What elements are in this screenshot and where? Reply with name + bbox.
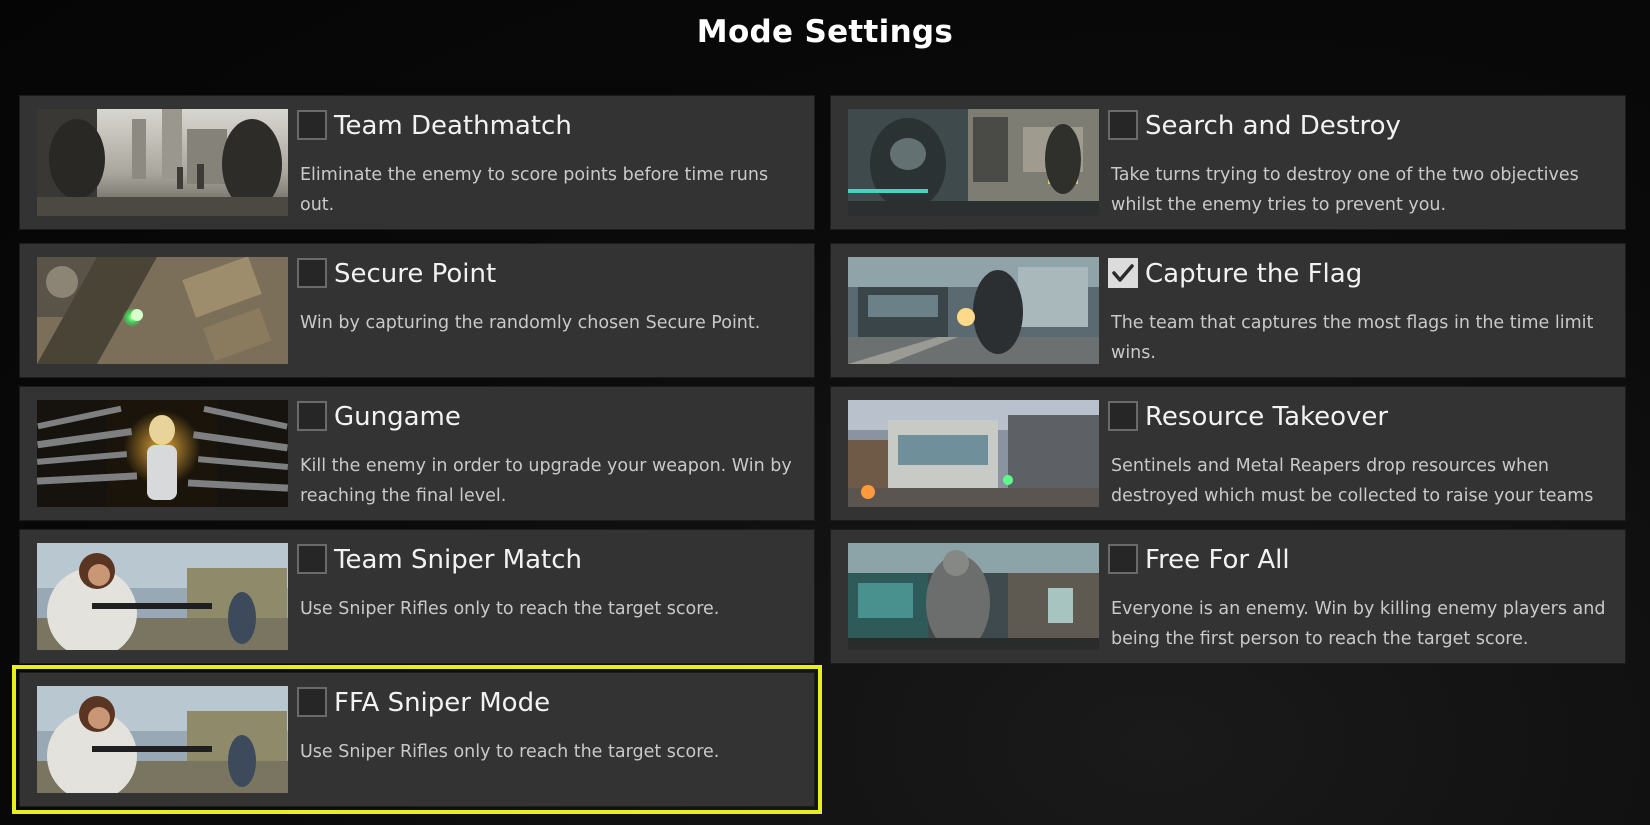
sniper-woman-thumbnail: [37, 543, 288, 650]
mode-checkbox[interactable]: [297, 110, 327, 140]
robot-soldier-thumbnail: [848, 109, 1099, 216]
mode-description: Win by capturing the randomly chosen Sec…: [300, 313, 761, 333]
mode-name: Resource Takeover: [1145, 402, 1389, 432]
weapons-arsenal-thumbnail: [37, 400, 288, 507]
mode-card-team-deathmatch[interactable]: Team Deathmatch Eliminate the enemy to s…: [19, 95, 815, 230]
mode-description: Take turns trying to destroy one of the …: [1111, 165, 1579, 215]
mode-name: Capture the Flag: [1145, 259, 1363, 289]
mode-checkbox[interactable]: [1108, 544, 1138, 574]
aerial-point-thumbnail: [37, 257, 288, 364]
mode-card-free-for-all[interactable]: Free For All Everyone is an enemy. Win b…: [830, 529, 1626, 664]
mode-card-team-sniper-match[interactable]: Team Sniper Match Use Sniper Rifles only…: [19, 529, 815, 664]
mode-checkbox[interactable]: [1108, 401, 1138, 431]
mode-description: Everyone is an enemy. Win by killing ene…: [1111, 599, 1606, 649]
mode-name: Search and Destroy: [1145, 111, 1401, 141]
mode-name: Team Deathmatch: [334, 111, 572, 141]
mode-description: Use Sniper Rifles only to reach the targ…: [300, 742, 720, 762]
mode-description: Sentinels and Metal Reapers drop resourc…: [1111, 456, 1594, 506]
mode-settings-screen: Mode Settings Team Deathmatch Eliminate …: [0, 0, 1650, 825]
mode-checkbox[interactable]: [297, 687, 327, 717]
mode-name: Team Sniper Match: [334, 545, 582, 575]
mode-name: Secure Point: [334, 259, 497, 289]
sniper-woman-thumbnail: [37, 686, 288, 793]
mode-checkbox[interactable]: [1108, 110, 1138, 140]
page-title: Mode Settings: [696, 14, 954, 50]
mode-card-search-and-destroy[interactable]: Search and Destroy Take turns trying to …: [830, 95, 1626, 230]
mode-checkbox[interactable]: [297, 544, 327, 574]
mode-card-capture-the-flag[interactable]: Capture the Flag The team that captures …: [830, 243, 1626, 378]
mode-card-gungame[interactable]: Gungame Kill the enemy in order to upgra…: [19, 386, 815, 521]
armored-soldier-thumbnail: [848, 543, 1099, 650]
station-soldier-thumbnail: [848, 257, 1099, 364]
mode-description: Use Sniper Rifles only to reach the targ…: [300, 599, 720, 619]
mode-description: Eliminate the enemy to score points befo…: [300, 165, 769, 215]
mode-checkbox[interactable]: [1108, 258, 1138, 288]
soldiers-street-thumbnail: [37, 109, 288, 216]
mode-checkbox[interactable]: [297, 258, 327, 288]
mode-card-secure-point[interactable]: Secure Point Win by capturing the random…: [19, 243, 815, 378]
mode-name: Free For All: [1145, 545, 1290, 575]
checkmark-icon: [1112, 264, 1134, 282]
mode-name: FFA Sniper Mode: [334, 688, 551, 718]
mode-name: Gungame: [334, 402, 461, 432]
mode-description: Kill the enemy in order to upgrade your …: [300, 456, 792, 506]
mode-checkbox[interactable]: [297, 401, 327, 431]
mode-description: The team that captures the most flags in…: [1111, 313, 1594, 363]
mode-card-resource-takeover[interactable]: Resource Takeover Sentinels and Metal Re…: [830, 386, 1626, 521]
building-battle-thumbnail: [848, 400, 1099, 507]
mode-card-ffa-sniper-mode[interactable]: FFA Sniper Mode Use Sniper Rifles only t…: [12, 665, 822, 814]
